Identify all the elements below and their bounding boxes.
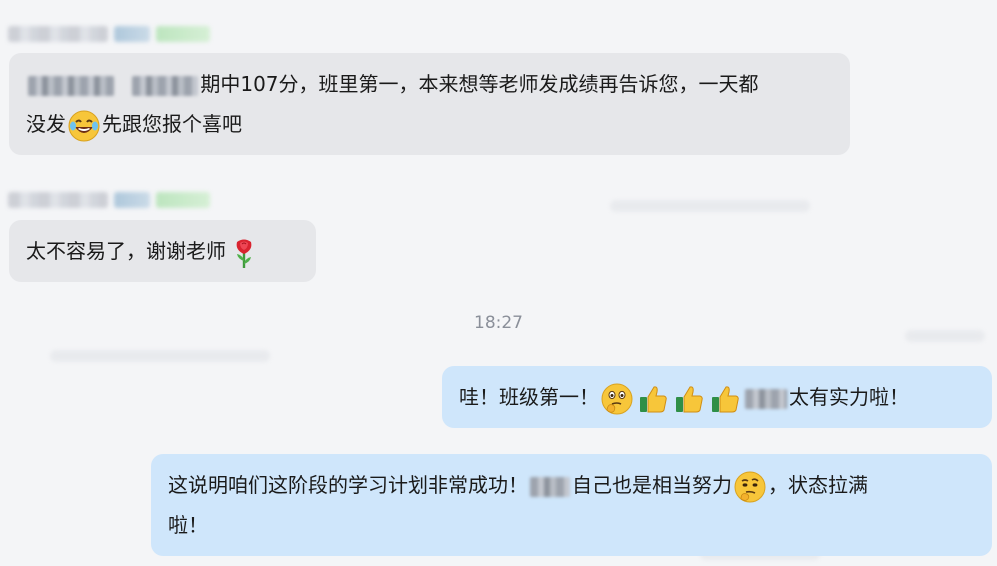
- sender-name: [8, 188, 210, 212]
- thinking-face-emoji: [734, 471, 766, 503]
- message-bubble-outgoing[interactable]: 这说明咱们这阶段的学习计划非常成功！ 自己也是相当努力 ，状态拉满 啦！: [151, 454, 992, 556]
- message-bubble-incoming[interactable]: 期中107分，班里第一，本来想等老师发成绩再告诉您，一天都 没发 先跟您报个喜吧: [9, 53, 850, 155]
- sender-name: [8, 22, 210, 46]
- rose-emoji: [228, 237, 260, 269]
- thumbs-up-icon: [673, 383, 705, 415]
- thumbs-up-icon: [637, 383, 669, 415]
- message-text: 太不容易了，谢谢老师: [26, 239, 226, 263]
- message-text: 这说明咱们这阶段的学习计划非常成功！: [168, 473, 528, 497]
- thumbs-up-icon: [709, 383, 741, 415]
- message-line: 没发 先跟您报个喜吧: [26, 104, 833, 144]
- thinking-face-emoji: [601, 383, 633, 415]
- message-timestamp: 18:27: [474, 313, 523, 333]
- redacted-text: [132, 75, 199, 96]
- redacted-text: [28, 75, 114, 96]
- message-text: 没发: [26, 112, 66, 136]
- chat-window: 期中107分，班里第一，本来想等老师发成绩再告诉您，一天都 没发 先跟您报个喜吧: [0, 0, 997, 566]
- message-text: 期中107分，班里第一，本来想等老师发成绩再告诉您，一天都: [200, 72, 759, 96]
- message-bubble-incoming[interactable]: 太不容易了，谢谢老师: [9, 220, 316, 282]
- redacted-text: [530, 476, 570, 497]
- message-text: 太有实力啦！: [789, 385, 909, 409]
- message-text: ，状态拉满: [768, 473, 868, 497]
- redacted-name: [8, 192, 108, 208]
- redacted-name: [114, 26, 150, 42]
- redacted-text: [745, 388, 787, 409]
- message-line: 期中107分，班里第一，本来想等老师发成绩再告诉您，一天都: [26, 64, 833, 104]
- message-line: 这说明咱们这阶段的学习计划非常成功！ 自己也是相当努力 ，状态拉满: [168, 465, 992, 505]
- message-text: 先跟您报个喜吧: [102, 112, 242, 136]
- message-text: 啦！: [168, 513, 208, 537]
- redacted-name: [156, 26, 210, 42]
- message-bubble-outgoing[interactable]: 哇！班级第一！ 太有实力啦！: [442, 366, 992, 428]
- redacted-name: [8, 26, 108, 42]
- redacted-name: [156, 192, 210, 208]
- redacted-name: [114, 192, 150, 208]
- watermark: [50, 350, 270, 362]
- message-text: 哇！班级第一！: [459, 385, 599, 409]
- message-line: 啦！: [168, 505, 992, 545]
- laughing-tears-emoji: [68, 110, 100, 142]
- watermark: [610, 200, 810, 212]
- message-text: 自己也是相当努力: [572, 473, 732, 497]
